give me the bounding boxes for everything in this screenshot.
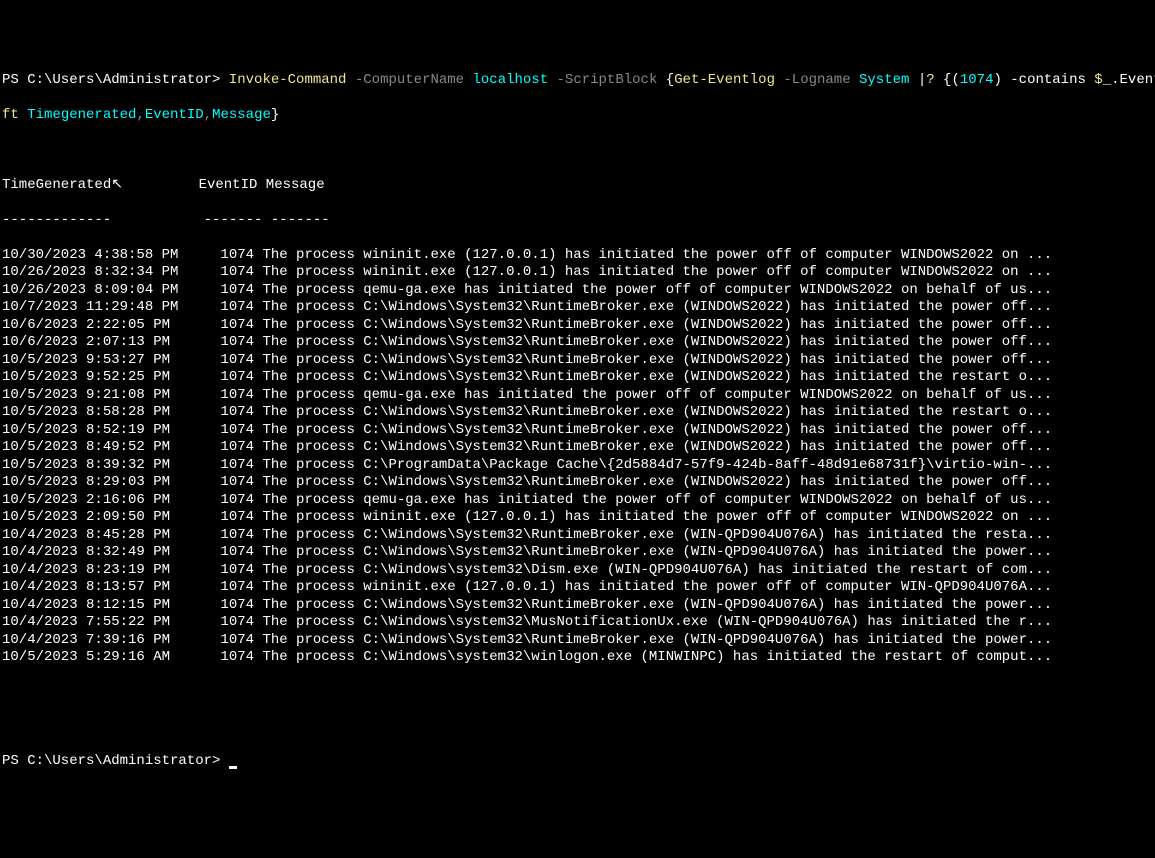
prompt-line[interactable]: PS C:\Users\Administrator> [2, 753, 1153, 771]
table-row: 10/26/2023 8:32:34 PM 1074 The process w… [2, 264, 1153, 282]
command-line-2[interactable]: ft Timegenerated,EventID,Message} [2, 107, 1153, 125]
table-row: 10/5/2023 8:29:03 PM 1074 The process C:… [2, 474, 1153, 492]
table-row: 10/5/2023 2:16:06 PM 1074 The process qe… [2, 492, 1153, 510]
header-message: Message [266, 177, 325, 193]
table-row: 10/4/2023 8:13:57 PM 1074 The process wi… [2, 579, 1153, 597]
table-row: 10/4/2023 7:39:16 PM 1074 The process C:… [2, 632, 1153, 650]
table-row: 10/5/2023 8:49:52 PM 1074 The process C:… [2, 439, 1153, 457]
table-row: 10/30/2023 4:38:58 PM 1074 The process w… [2, 247, 1153, 265]
table-row: 10/4/2023 8:45:28 PM 1074 The process C:… [2, 527, 1153, 545]
table-row: 10/4/2023 8:23:19 PM 1074 The process C:… [2, 562, 1153, 580]
blank-line-2 [2, 684, 1153, 701]
blank-line [2, 142, 1153, 159]
table-row: 10/5/2023 9:21:08 PM 1074 The process qe… [2, 387, 1153, 405]
blank-line-3 [2, 719, 1153, 736]
table-row: 10/5/2023 9:52:25 PM 1074 The process C:… [2, 369, 1153, 387]
table-row: 10/26/2023 8:09:04 PM 1074 The process q… [2, 282, 1153, 300]
table-row: 10/4/2023 8:32:49 PM 1074 The process C:… [2, 544, 1153, 562]
cursor-icon: ↖ [111, 177, 123, 193]
table-header-sep: ------------- ------- ------- [2, 212, 1153, 230]
command-line-1[interactable]: PS C:\Users\Administrator> Invoke-Comman… [2, 72, 1153, 90]
table-row: 10/4/2023 8:12:15 PM 1074 The process C:… [2, 597, 1153, 615]
table-row: 10/5/2023 5:29:16 AM 1074 The process C:… [2, 649, 1153, 667]
cursor-block [229, 766, 237, 769]
table-row: 10/5/2023 8:52:19 PM 1074 The process C:… [2, 422, 1153, 440]
header-timegenerated: TimeGenerated [2, 177, 111, 193]
table-row: 10/5/2023 8:39:32 PM 1074 The process C:… [2, 457, 1153, 475]
table-row: 10/5/2023 8:58:28 PM 1074 The process C:… [2, 404, 1153, 422]
table-row: 10/6/2023 2:07:13 PM 1074 The process C:… [2, 334, 1153, 352]
table-header: TimeGenerated↖ EventID Message [2, 177, 1153, 195]
table-row: 10/4/2023 7:55:22 PM 1074 The process C:… [2, 614, 1153, 632]
table-row: 10/7/2023 11:29:48 PM 1074 The process C… [2, 299, 1153, 317]
table-row: 10/5/2023 2:09:50 PM 1074 The process wi… [2, 509, 1153, 527]
header-eventid: EventID [199, 177, 258, 193]
table-row: 10/5/2023 9:53:27 PM 1074 The process C:… [2, 352, 1153, 370]
table-row: 10/6/2023 2:22:05 PM 1074 The process C:… [2, 317, 1153, 335]
